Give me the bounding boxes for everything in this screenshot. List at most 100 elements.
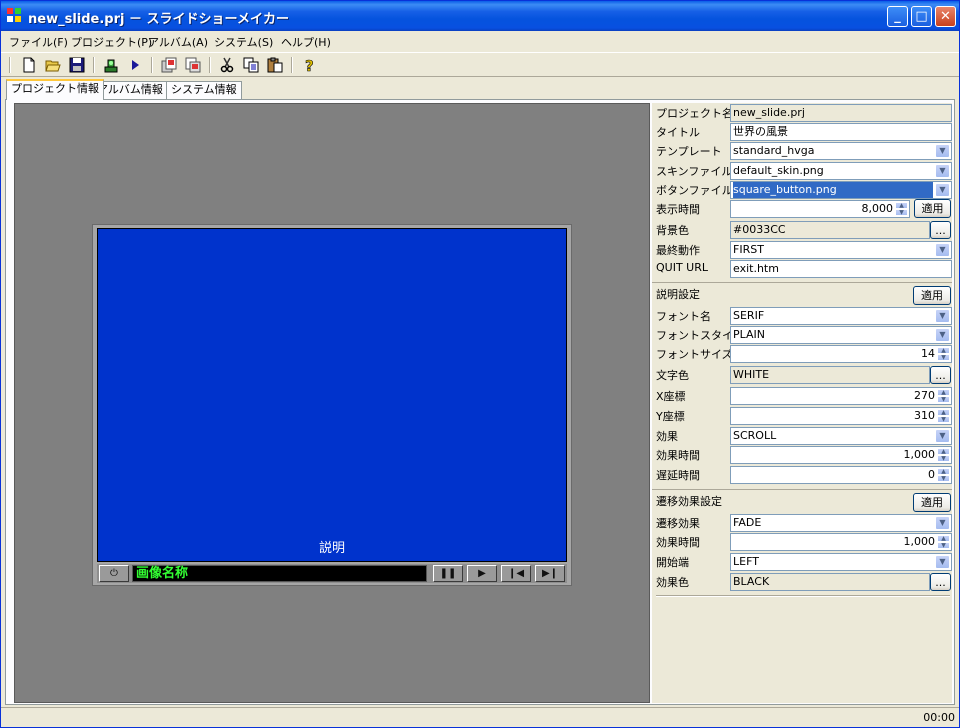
title-input[interactable]: 世界の風景 xyxy=(730,123,952,141)
copy-button[interactable] xyxy=(241,55,261,75)
copy-slide-button[interactable] xyxy=(159,55,179,75)
paste-slide-button[interactable] xyxy=(183,55,203,75)
apply-transition-button[interactable]: 適用 xyxy=(913,493,951,512)
title-bar[interactable]: new_slide.prj － スライドショーメイカー _ □ ✕ xyxy=(1,1,959,31)
power-icon: ⏻ xyxy=(110,568,118,579)
dropdown-button[interactable]: ▼ xyxy=(935,164,950,178)
text-color-picker-button[interactable]: ... xyxy=(930,366,951,384)
tab-project-info[interactable]: プロジェクト情報 xyxy=(6,79,104,100)
dropdown-button[interactable]: ▼ xyxy=(935,144,950,158)
dropdown-button[interactable]: ▼ xyxy=(935,183,950,197)
play-icon: ▶ xyxy=(478,568,486,579)
font-style-select[interactable]: PLAIN ▼ xyxy=(730,326,952,344)
paste-icon xyxy=(267,57,283,73)
spin-up-icon[interactable]: ▲ xyxy=(937,389,950,396)
y-coord-spinner[interactable]: 310 ▲ ▼ xyxy=(730,407,952,425)
spin-down-icon[interactable]: ▼ xyxy=(937,354,950,361)
spin-up-icon[interactable]: ▲ xyxy=(937,347,950,354)
spinner-arrows[interactable]: ▲ ▼ xyxy=(895,202,908,217)
spin-up-icon[interactable]: ▲ xyxy=(937,468,950,475)
final-action-select[interactable]: FIRST ▼ xyxy=(730,241,952,259)
power-button[interactable]: ⏻ xyxy=(99,565,129,582)
menu-help[interactable]: ヘルプ(H) xyxy=(281,34,331,50)
cut-icon xyxy=(220,57,234,73)
minimize-button[interactable]: _ xyxy=(887,6,908,27)
spin-up-icon[interactable]: ▲ xyxy=(895,202,908,209)
player-controls: ⏻ 画像名称 ❚❚ ▶ ❙◀ ▶❙ xyxy=(97,564,567,583)
menu-system[interactable]: システム(S) xyxy=(214,34,273,50)
skin-file-select[interactable]: default_skin.png ▼ xyxy=(730,162,952,180)
dropdown-button[interactable]: ▼ xyxy=(935,555,950,569)
spin-up-icon[interactable]: ▲ xyxy=(937,409,950,416)
dropdown-button[interactable]: ▼ xyxy=(935,516,950,530)
spinner-arrows[interactable]: ▲ ▼ xyxy=(937,468,950,483)
paste-button[interactable] xyxy=(265,55,285,75)
menu-file[interactable]: ファイル(F) xyxy=(9,34,68,50)
row-display-time: 表示時間 8,000 ▲ ▼ 適用 xyxy=(652,199,952,219)
section-title: 遷移効果設定 xyxy=(656,495,722,508)
spin-down-icon[interactable]: ▼ xyxy=(937,542,950,549)
font-name-select[interactable]: SERIF ▼ xyxy=(730,307,952,325)
tab-system-info[interactable]: システム情報 xyxy=(166,81,242,99)
start-edge-select[interactable]: LEFT ▼ xyxy=(730,553,952,571)
apply-display-time-button[interactable]: 適用 xyxy=(914,199,951,218)
help-button[interactable]: ? xyxy=(299,55,319,75)
bg-color-picker-button[interactable]: ... xyxy=(930,221,951,239)
menu-project[interactable]: プロジェクト(P) xyxy=(71,34,152,50)
spinner-arrows[interactable]: ▲ ▼ xyxy=(937,535,950,550)
transition-time-spinner[interactable]: 1,000 ▲ ▼ xyxy=(730,533,952,551)
font-size-spinner[interactable]: 14 ▲ ▼ xyxy=(730,345,952,363)
open-button[interactable] xyxy=(43,55,63,75)
x-coord-spinner[interactable]: 270 ▲ ▼ xyxy=(730,387,952,405)
apply-description-button[interactable]: 適用 xyxy=(913,286,951,305)
button-file-select[interactable]: square_button.png ▼ xyxy=(730,181,952,199)
prev-button[interactable]: ❙◀ xyxy=(501,565,531,582)
spin-down-icon[interactable]: ▼ xyxy=(937,475,950,482)
play-control-button[interactable]: ▶ xyxy=(467,565,497,582)
quit-url-input[interactable]: exit.htm xyxy=(730,260,952,278)
label: フォント名 xyxy=(656,310,711,323)
spin-down-icon[interactable]: ▼ xyxy=(937,396,950,403)
play-button[interactable] xyxy=(125,55,145,75)
pause-button[interactable]: ❚❚ xyxy=(433,565,463,582)
cut-button[interactable] xyxy=(217,55,237,75)
delay-time-spinner[interactable]: 0 ▲ ▼ xyxy=(730,466,952,484)
menu-album[interactable]: アルバム(A) xyxy=(148,34,208,50)
app-window: new_slide.prj － スライドショーメイカー _ □ ✕ ファイル(F… xyxy=(0,0,960,728)
row-effect-time: 効果時間 1,000 ▲ ▼ xyxy=(652,445,952,465)
font-size-value: 14 xyxy=(921,347,935,360)
effect-time-value: 1,000 xyxy=(903,448,936,461)
new-button[interactable] xyxy=(19,55,39,75)
row-effect-color: 効果色 BLACK ... xyxy=(652,572,952,592)
save-button[interactable] xyxy=(67,55,87,75)
next-button[interactable]: ▶❙ xyxy=(535,565,565,582)
spinner-arrows[interactable]: ▲ ▼ xyxy=(937,448,950,463)
spin-down-icon[interactable]: ▼ xyxy=(937,416,950,423)
spinner-arrows[interactable]: ▲ ▼ xyxy=(937,409,950,424)
export-button[interactable] xyxy=(101,55,121,75)
close-button[interactable]: ✕ xyxy=(935,6,956,27)
dropdown-button[interactable]: ▼ xyxy=(935,309,950,323)
spin-down-icon[interactable]: ▼ xyxy=(937,455,950,462)
label: 効果色 xyxy=(656,576,689,589)
row-font-name: フォント名 SERIF ▼ xyxy=(652,306,952,326)
dropdown-button[interactable]: ▼ xyxy=(935,429,950,443)
effect-time-spinner[interactable]: 1,000 ▲ ▼ xyxy=(730,446,952,464)
spin-up-icon[interactable]: ▲ xyxy=(937,535,950,542)
spinner-arrows[interactable]: ▲ ▼ xyxy=(937,347,950,362)
spinner-arrows[interactable]: ▲ ▼ xyxy=(937,389,950,404)
dropdown-button[interactable]: ▼ xyxy=(935,328,950,342)
row-start-edge: 開始端 LEFT ▼ xyxy=(652,552,952,572)
spin-down-icon[interactable]: ▼ xyxy=(895,209,908,216)
dropdown-button[interactable]: ▼ xyxy=(935,243,950,257)
maximize-button[interactable]: □ xyxy=(911,6,932,27)
x-coord-value: 270 xyxy=(914,389,935,402)
effect-select[interactable]: SCROLL ▼ xyxy=(730,427,952,445)
chevron-down-icon: ▼ xyxy=(939,146,946,155)
y-coord-value: 310 xyxy=(914,409,935,422)
effect-color-picker-button[interactable]: ... xyxy=(930,573,951,591)
transition-effect-select[interactable]: FADE ▼ xyxy=(730,514,952,532)
template-select[interactable]: standard_hvga ▼ xyxy=(730,142,952,160)
spin-up-icon[interactable]: ▲ xyxy=(937,448,950,455)
display-time-spinner[interactable]: 8,000 ▲ ▼ xyxy=(730,200,910,218)
